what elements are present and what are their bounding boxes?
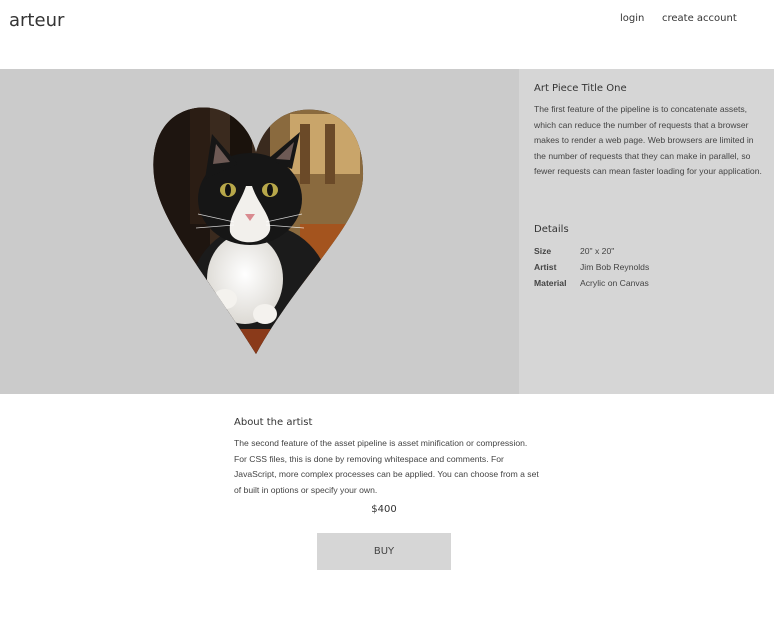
detail-value: 20" x 20" <box>580 246 615 256</box>
detail-label: Artist <box>534 262 557 272</box>
detail-value: Acrylic on Canvas <box>580 278 649 288</box>
detail-value: Jim Bob Reynolds <box>580 262 650 272</box>
art-piece-description: The first feature of the pipeline is to … <box>534 104 762 176</box>
brand-logo[interactable]: arteur <box>9 10 64 31</box>
art-piece-title: Art Piece Title One <box>534 83 627 94</box>
art-info-panel: Art Piece Title One The first feature of… <box>519 69 774 394</box>
detail-row-size: Size 20" x 20" <box>534 243 764 259</box>
detail-row-artist: Artist Jim Bob Reynolds <box>534 259 764 275</box>
art-piece-section: Art Piece Title One The first feature of… <box>0 69 774 394</box>
about-artist-text: The second feature of the asset pipeline… <box>234 438 539 495</box>
heart-cat-image-icon <box>153 107 364 354</box>
create-account-link[interactable]: create account <box>662 13 737 24</box>
details-heading: Details <box>534 224 569 235</box>
login-link[interactable]: login <box>620 13 644 24</box>
details-list: Size 20" x 20" Artist Jim Bob Reynolds M… <box>534 243 764 291</box>
detail-row-material: Material Acrylic on Canvas <box>534 275 764 291</box>
about-artist-heading: About the artist <box>234 417 313 428</box>
detail-label: Size <box>534 246 552 256</box>
detail-label: Material <box>534 278 567 288</box>
art-image-panel <box>0 69 519 394</box>
buy-button[interactable]: BUY <box>317 533 451 570</box>
price-label: $400 <box>371 504 397 515</box>
